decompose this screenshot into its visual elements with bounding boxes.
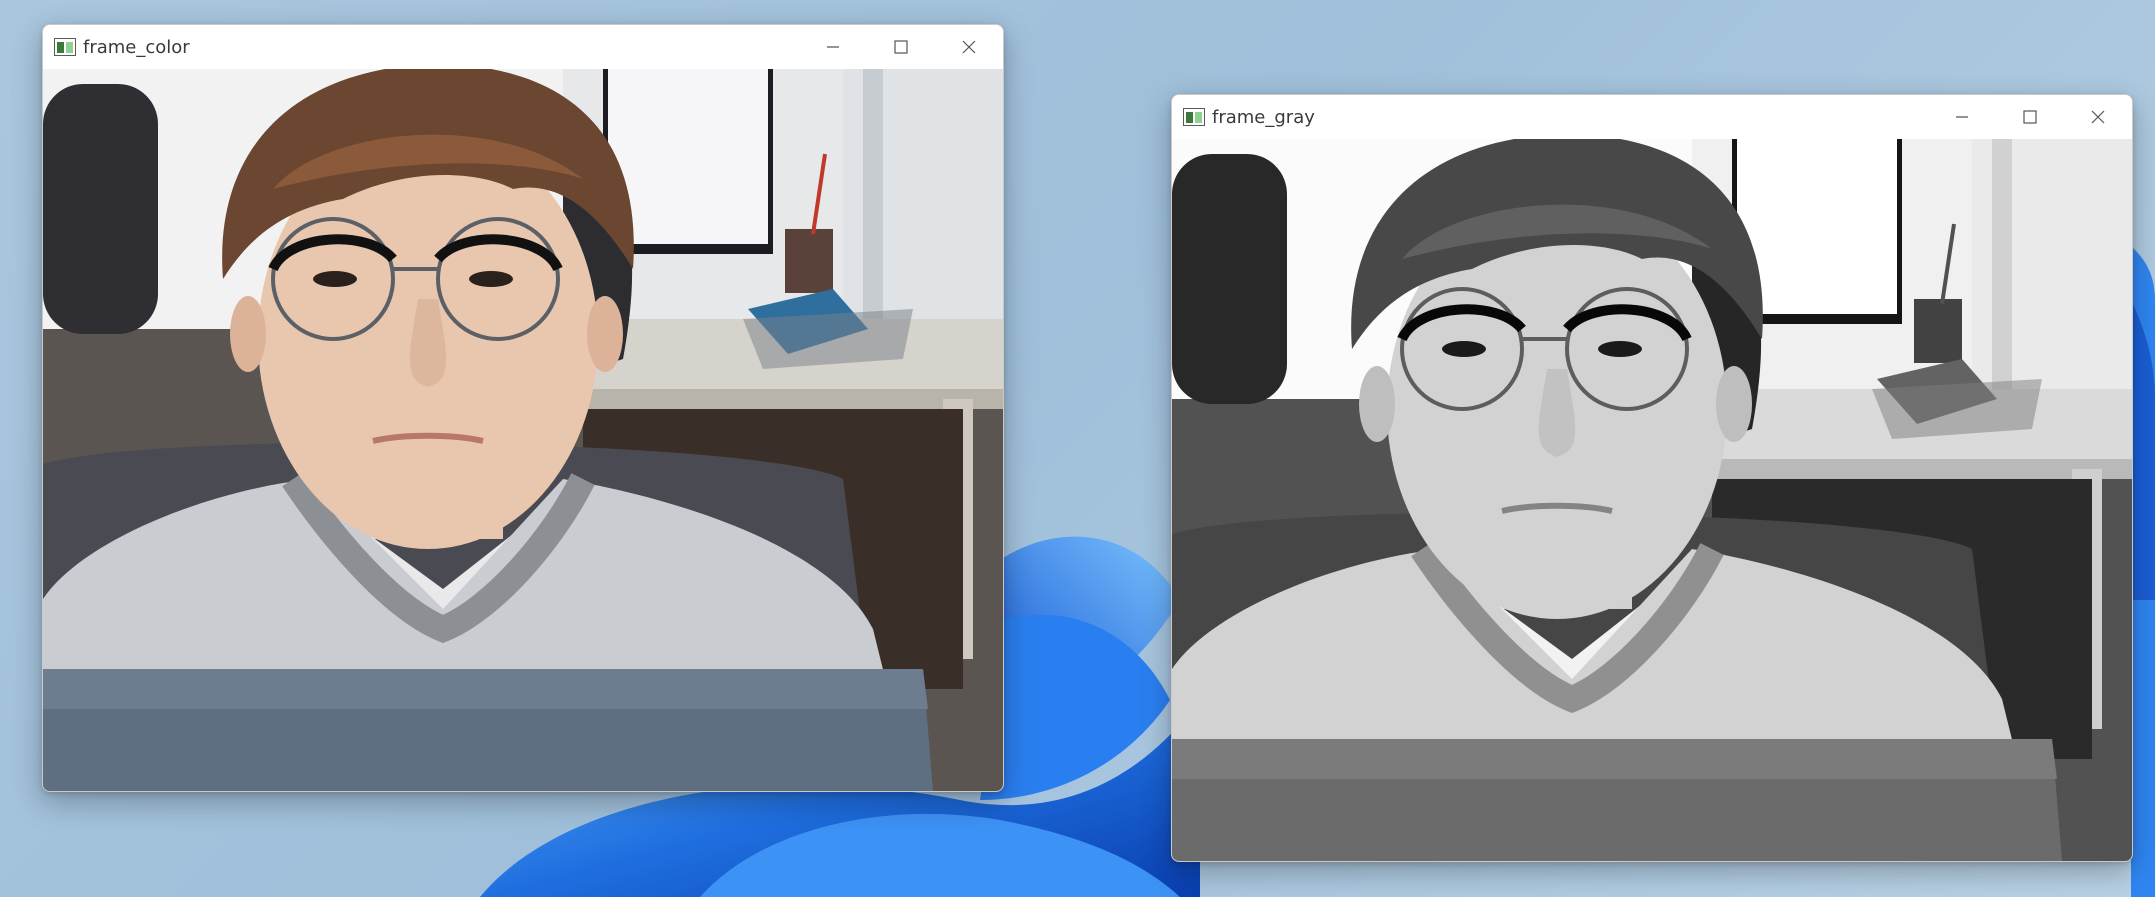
webcam-frame-color [43, 69, 1003, 791]
window-title: frame_gray [1212, 107, 1315, 128]
minimize-button[interactable] [1928, 95, 1996, 139]
maximize-icon [2023, 110, 2037, 124]
close-button[interactable] [935, 25, 1003, 69]
opencv-window-icon [54, 38, 76, 56]
close-icon [2091, 110, 2105, 124]
frame-gray-window[interactable]: frame_gray [1171, 94, 2133, 862]
webcam-frame-gray [1172, 139, 2132, 861]
webcam-image [43, 69, 1003, 791]
titlebar[interactable]: frame_gray [1172, 95, 2132, 139]
maximize-icon [894, 40, 908, 54]
minimize-icon [827, 46, 839, 48]
frame-color-window[interactable]: frame_color [42, 24, 1004, 792]
minimize-icon [1956, 116, 1968, 118]
titlebar[interactable]: frame_color [43, 25, 1003, 69]
close-button[interactable] [2064, 95, 2132, 139]
minimize-button[interactable] [799, 25, 867, 69]
webcam-image [1172, 139, 2132, 861]
close-icon [962, 40, 976, 54]
maximize-button[interactable] [1996, 95, 2064, 139]
opencv-window-icon [1183, 108, 1205, 126]
window-title: frame_color [83, 37, 190, 58]
maximize-button[interactable] [867, 25, 935, 69]
